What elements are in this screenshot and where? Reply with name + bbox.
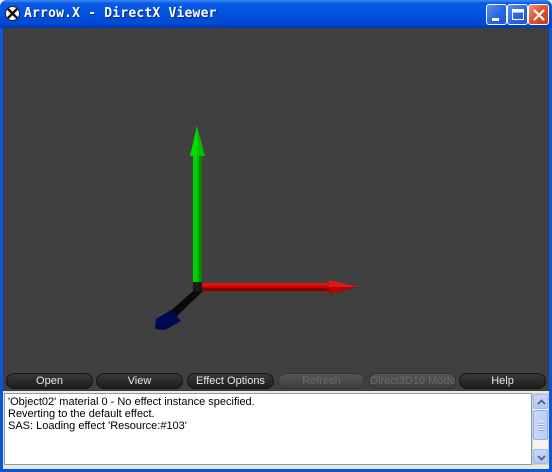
title-bar[interactable]: Arrow.X - DirectX Viewer bbox=[0, 0, 552, 28]
grip-icon bbox=[538, 421, 545, 431]
y-axis-arrow bbox=[190, 126, 205, 287]
log-line: SAS: Loading effect 'Resource:#103' bbox=[8, 420, 187, 432]
scroll-up-button[interactable] bbox=[533, 394, 548, 409]
view-button[interactable]: View bbox=[96, 373, 183, 389]
window-client-area: Open View Effect Options Refresh Direct3… bbox=[3, 28, 549, 469]
bottom-toolbar: Open View Effect Options Refresh Direct3… bbox=[3, 371, 549, 391]
direct3d10-mode-button[interactable]: Direct3D10 Mode bbox=[369, 373, 456, 389]
axes-model bbox=[155, 126, 358, 330]
scroll-thumb[interactable] bbox=[533, 410, 548, 440]
refresh-button[interactable]: Refresh bbox=[278, 373, 365, 389]
directx-icon bbox=[5, 6, 20, 21]
close-button[interactable] bbox=[528, 4, 549, 25]
maximize-icon bbox=[512, 9, 524, 20]
help-button[interactable]: Help bbox=[459, 373, 546, 389]
window-title: Arrow.X - DirectX Viewer bbox=[24, 6, 217, 21]
minimize-icon bbox=[492, 18, 499, 21]
minimize-button[interactable] bbox=[486, 4, 507, 25]
z-axis-arrow bbox=[155, 285, 204, 330]
maximize-button[interactable] bbox=[507, 4, 528, 25]
log-textbox[interactable]: 'Object02' material 0 - No effect instan… bbox=[4, 393, 532, 465]
x-axis-arrow bbox=[200, 280, 358, 294]
log-line: Reverting to the default effect. bbox=[8, 408, 155, 420]
log-scrollbar[interactable] bbox=[532, 393, 549, 465]
3d-viewport[interactable] bbox=[3, 28, 549, 371]
chevron-up-icon bbox=[537, 399, 546, 405]
log-panel: 'Object02' material 0 - No effect instan… bbox=[3, 391, 549, 467]
chevron-down-icon bbox=[537, 455, 546, 461]
close-icon bbox=[533, 9, 545, 21]
scroll-down-button[interactable] bbox=[533, 449, 548, 464]
effect-options-button[interactable]: Effect Options bbox=[187, 373, 274, 389]
directx-viewer-window: Arrow.X - DirectX Viewer Open View Effec… bbox=[0, 0, 552, 472]
log-line: 'Object02' material 0 - No effect instan… bbox=[8, 396, 255, 408]
open-button[interactable]: Open bbox=[6, 373, 93, 389]
